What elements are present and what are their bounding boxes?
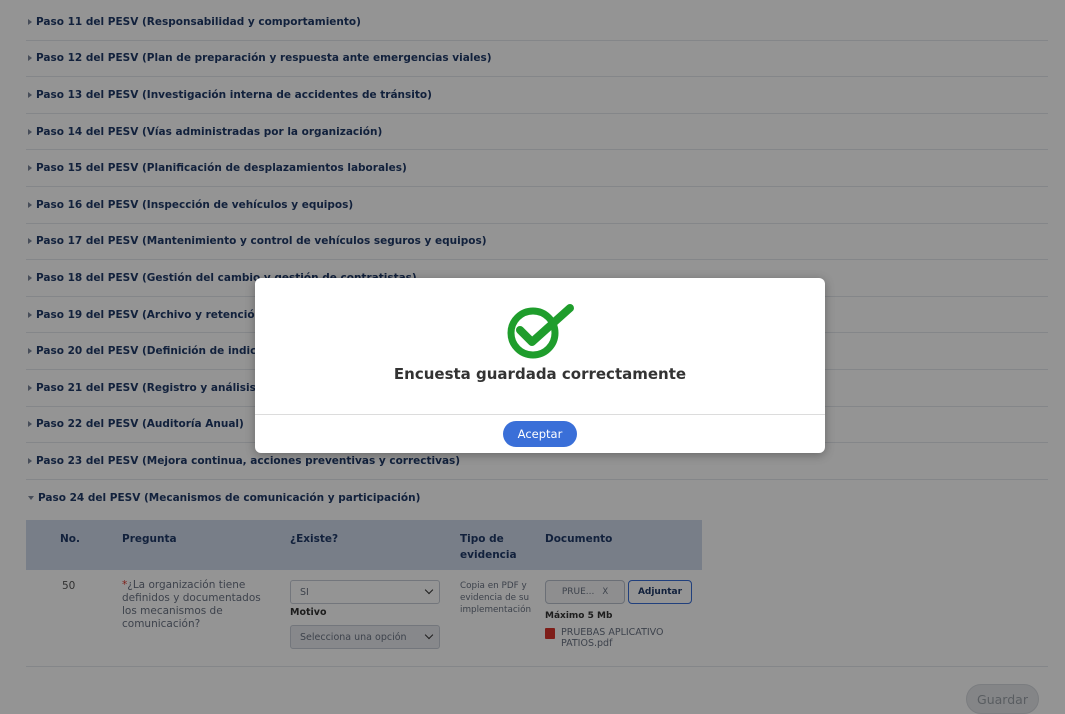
success-modal: Encuesta guardada correctamente Aceptar: [255, 278, 825, 453]
check-circle-icon: [507, 304, 574, 359]
modal-divider: [255, 414, 825, 415]
modal-title: Encuesta guardada correctamente: [393, 365, 687, 383]
accept-button[interactable]: Aceptar: [503, 421, 577, 447]
